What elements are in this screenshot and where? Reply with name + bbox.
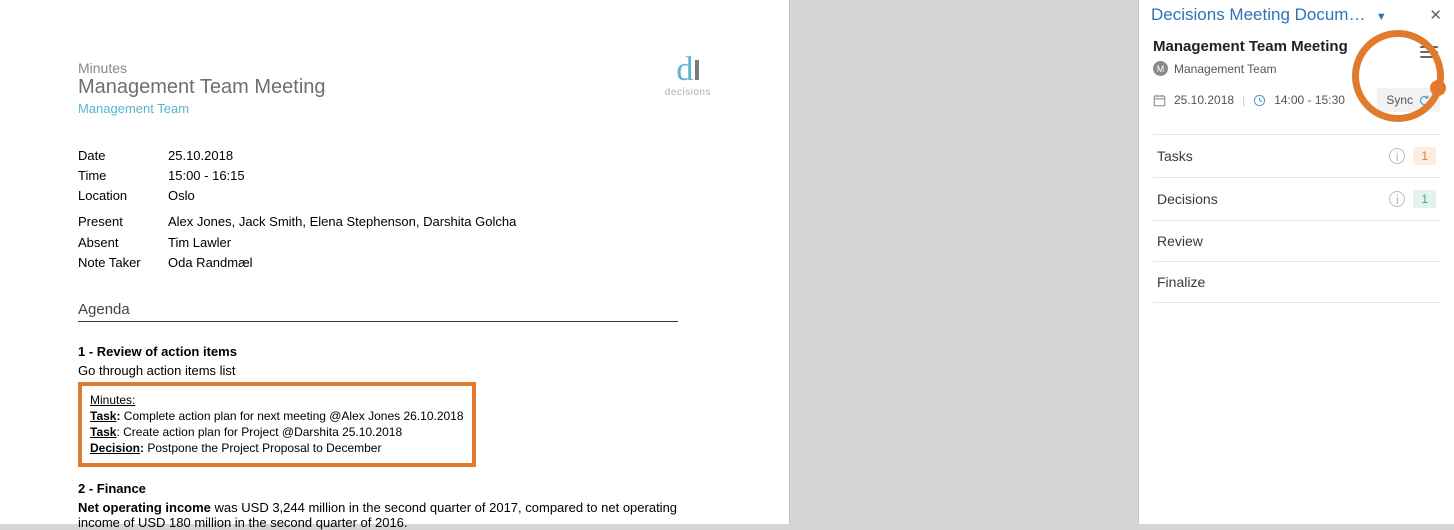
tasks-count: 1	[1413, 147, 1436, 165]
panel-title: Decisions Meeting Docum…	[1151, 5, 1365, 24]
agenda-item-2-title: 2 - Finance	[78, 481, 711, 496]
tab-decisions[interactable]: Decisions i 1	[1153, 178, 1440, 221]
decisions-count: 1	[1413, 190, 1436, 208]
panel-close-button[interactable]: ✕	[1425, 4, 1446, 26]
decisions-panel: Decisions Meeting Docum… ▼ ✕ Management …	[1138, 0, 1454, 524]
meta-absent: Tim Lawler	[168, 233, 231, 253]
task-2-text: : Create action plan for Project @Darshi…	[116, 425, 402, 439]
info-icon[interactable]: i	[1389, 148, 1405, 164]
meta-absent-label: Absent	[78, 233, 168, 253]
meta-notetaker-label: Note Taker	[78, 253, 168, 273]
team-avatar: M	[1153, 61, 1168, 76]
tab-finalize[interactable]: Finalize	[1153, 262, 1440, 303]
minutes-highlight-box: Minutes: Task: Complete action plan for …	[78, 382, 476, 467]
sync-icon	[1418, 94, 1431, 107]
agenda-item-2-body: Net operating income was USD 3,244 milli…	[78, 500, 678, 530]
panel-time: 14:00 - 15:30	[1274, 93, 1345, 107]
meta-time: 15:00 - 16:15	[168, 166, 245, 186]
tab-tasks[interactable]: Tasks i 1	[1153, 135, 1440, 178]
sync-count-badge: 3	[1430, 80, 1446, 96]
agenda-heading: Agenda	[78, 301, 678, 322]
decision-label: Decision	[90, 441, 140, 455]
task-label-2: Task	[90, 425, 116, 439]
sync-button[interactable]: Sync 3	[1377, 88, 1440, 112]
decision-text: Postpone the Project Proposal to Decembe…	[144, 441, 381, 455]
doc-team: Management Team	[78, 101, 711, 116]
meta-present: Alex Jones, Jack Smith, Elena Stephenson…	[168, 212, 516, 232]
panel-dropdown-icon[interactable]: ▼	[1376, 11, 1387, 23]
doc-title: Management Team Meeting	[78, 76, 711, 99]
document-page: Minutes Management Team Meeting Manageme…	[0, 0, 790, 524]
meta-time-label: Time	[78, 166, 168, 186]
task-1-text: Complete action plan for next meeting @A…	[120, 409, 463, 423]
meta-location: Oslo	[168, 186, 195, 206]
clock-icon	[1253, 94, 1266, 107]
panel-date: 25.10.2018	[1174, 93, 1234, 107]
canvas-background	[790, 0, 1138, 524]
agenda-item-1-title: 1 - Review of action items	[78, 344, 711, 359]
calendar-icon	[1153, 94, 1166, 107]
meta-location-label: Location	[78, 186, 168, 206]
meta-date: 25.10.2018	[168, 146, 233, 166]
decisions-logo: d decisions	[665, 60, 711, 98]
minutes-label: Minutes	[78, 60, 711, 76]
task-label-1: Task	[90, 409, 116, 423]
agenda-item-1-desc: Go through action items list	[78, 363, 711, 378]
info-icon[interactable]: i	[1389, 191, 1405, 207]
panel-meeting-title: Management Team Meeting	[1153, 38, 1440, 55]
meta-present-label: Present	[78, 212, 168, 232]
minutes-subheading: Minutes:	[90, 393, 135, 407]
meta-date-label: Date	[78, 146, 168, 166]
panel-team-name: Management Team	[1174, 62, 1277, 76]
panel-menu-button[interactable]	[1420, 46, 1438, 58]
tab-review[interactable]: Review	[1153, 221, 1440, 262]
meta-notetaker: Oda Randmæl	[168, 253, 253, 273]
